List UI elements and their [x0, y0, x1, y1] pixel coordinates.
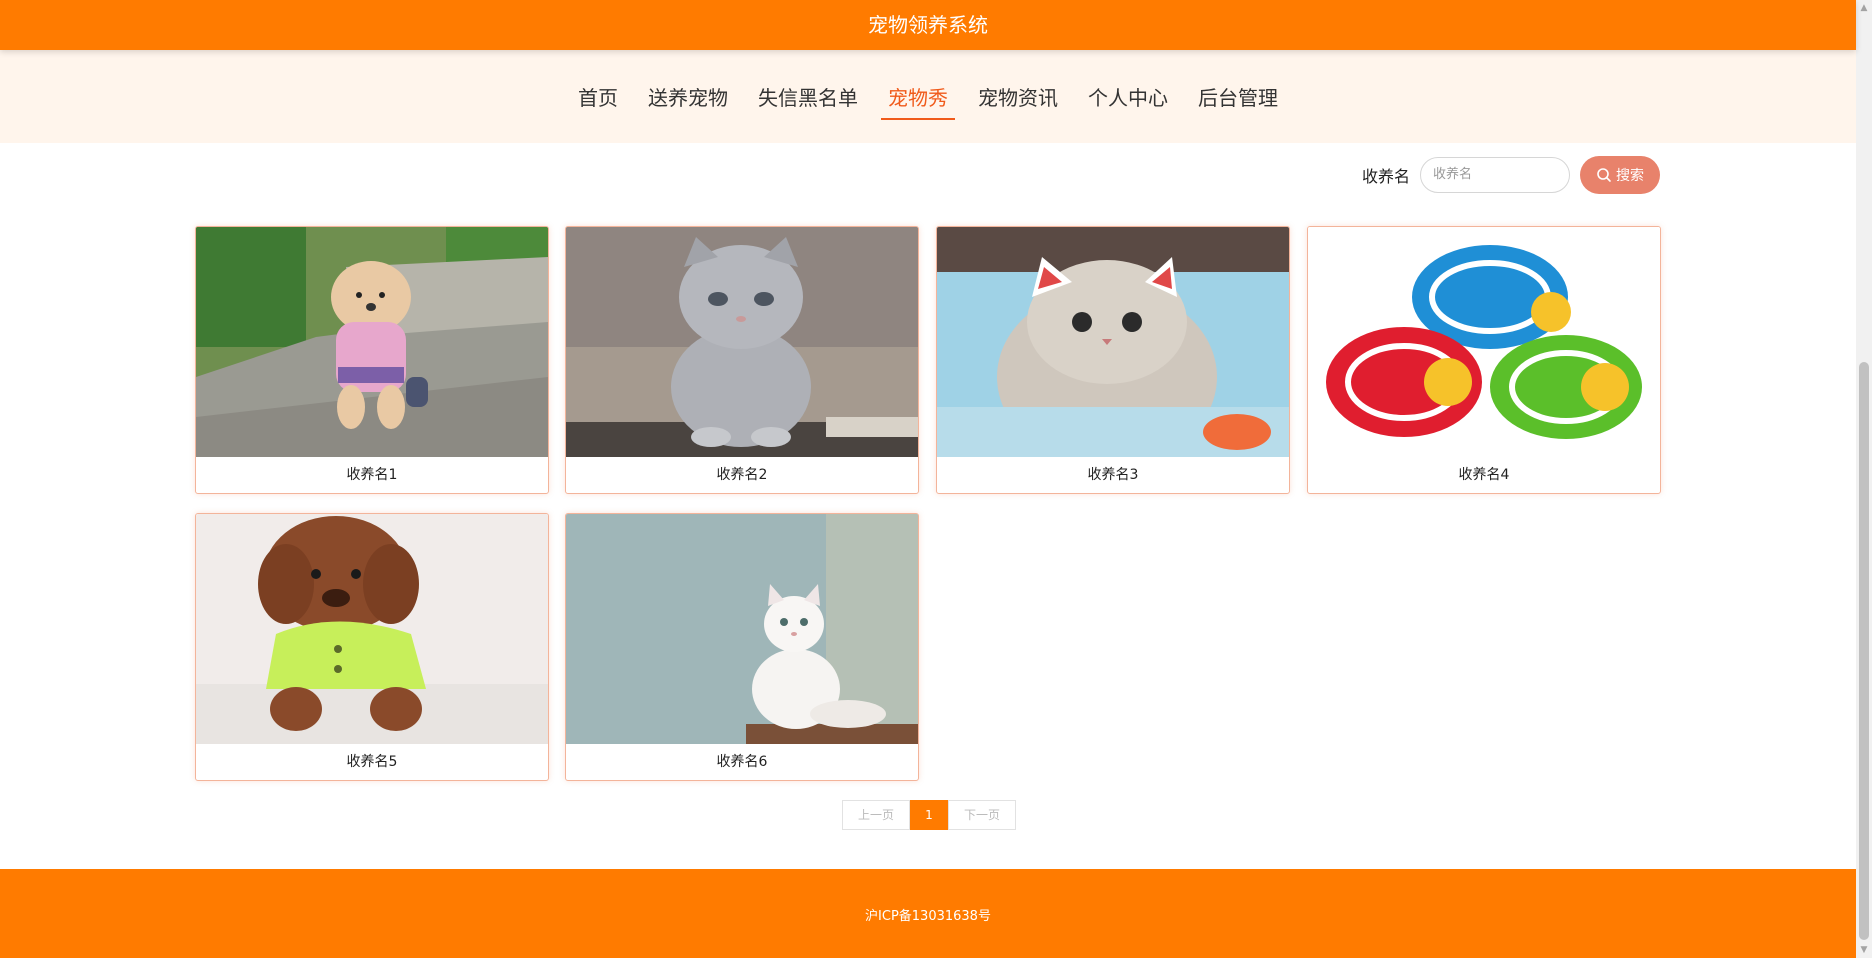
pet-card-name: 收养名6	[716, 754, 768, 770]
pet-card[interactable]: 收养名6	[565, 513, 919, 781]
nav-item-home[interactable]: 首页	[563, 80, 633, 120]
pet-card-name: 收养名3	[1087, 467, 1139, 483]
page-number-button[interactable]: 1	[910, 800, 948, 830]
pet-card-name: 收养名2	[716, 467, 768, 483]
next-page-button[interactable]: 下一页	[948, 800, 1016, 830]
pet-image[interactable]	[566, 227, 918, 457]
pet-image[interactable]	[1308, 227, 1660, 457]
nav-item-pet-news[interactable]: 宠物资讯	[963, 80, 1073, 120]
pet-card[interactable]: 收养名5	[195, 513, 549, 781]
pet-card[interactable]: 收养名1	[195, 226, 549, 494]
prev-page-button[interactable]: 上一页	[842, 800, 910, 830]
pet-image[interactable]	[196, 514, 548, 744]
page: 宠物领养系统 首页 送养宠物 失信黑名单 宠物秀 宠物资讯 个人中心 后台管理 …	[0, 0, 1872, 958]
site-title: 宠物领养系统	[868, 13, 988, 37]
vertical-scrollbar[interactable]: ▲ ▼	[1856, 0, 1872, 958]
search-label: 收养名	[1361, 167, 1410, 186]
nav-item-rehome-pets[interactable]: 送养宠物	[633, 80, 743, 120]
search-icon	[1597, 168, 1611, 182]
nav-bar: 首页 送养宠物 失信黑名单 宠物秀 宠物资讯 个人中心 后台管理	[0, 50, 1856, 143]
pet-card[interactable]: 收养名2	[565, 226, 919, 494]
nav-item-admin[interactable]: 后台管理	[1183, 80, 1293, 120]
nav-item-pet-show[interactable]: 宠物秀	[873, 80, 963, 120]
scroll-down-arrow-icon[interactable]: ▼	[1856, 942, 1872, 958]
pet-card-name: 收养名5	[346, 754, 398, 770]
pagination: 上一页 1 下一页	[842, 800, 1016, 830]
pet-image[interactable]	[566, 514, 918, 744]
nav-item-blacklist[interactable]: 失信黑名单	[743, 80, 873, 120]
search-button-label: 搜索	[1616, 168, 1644, 184]
scrollbar-thumb[interactable]	[1859, 362, 1869, 940]
footer: 沪ICP备13031638号	[0, 869, 1856, 958]
scroll-up-arrow-icon[interactable]: ▲	[1856, 0, 1872, 16]
search-button[interactable]: 搜索	[1580, 156, 1660, 194]
pet-card[interactable]: 收养名3	[936, 226, 1290, 494]
nav-item-user-center[interactable]: 个人中心	[1073, 80, 1183, 120]
pet-image[interactable]	[196, 227, 548, 457]
pet-card-name: 收养名1	[346, 467, 398, 483]
icp-record: 沪ICP备13031638号	[865, 909, 991, 924]
search-bar: 收养名 收养名 搜索	[1362, 156, 1660, 194]
top-header: 宠物领养系统	[0, 0, 1856, 50]
nav-menu: 首页 送养宠物 失信黑名单 宠物秀 宠物资讯 个人中心 后台管理	[0, 80, 1856, 120]
main-area: 宠物领养系统 首页 送养宠物 失信黑名单 宠物秀 宠物资讯 个人中心 后台管理 …	[0, 0, 1856, 958]
pet-card[interactable]: 收养名4	[1307, 226, 1661, 494]
pet-image[interactable]	[937, 227, 1289, 457]
search-input[interactable]: 收养名	[1420, 157, 1570, 193]
pet-card-name: 收养名4	[1458, 467, 1510, 483]
